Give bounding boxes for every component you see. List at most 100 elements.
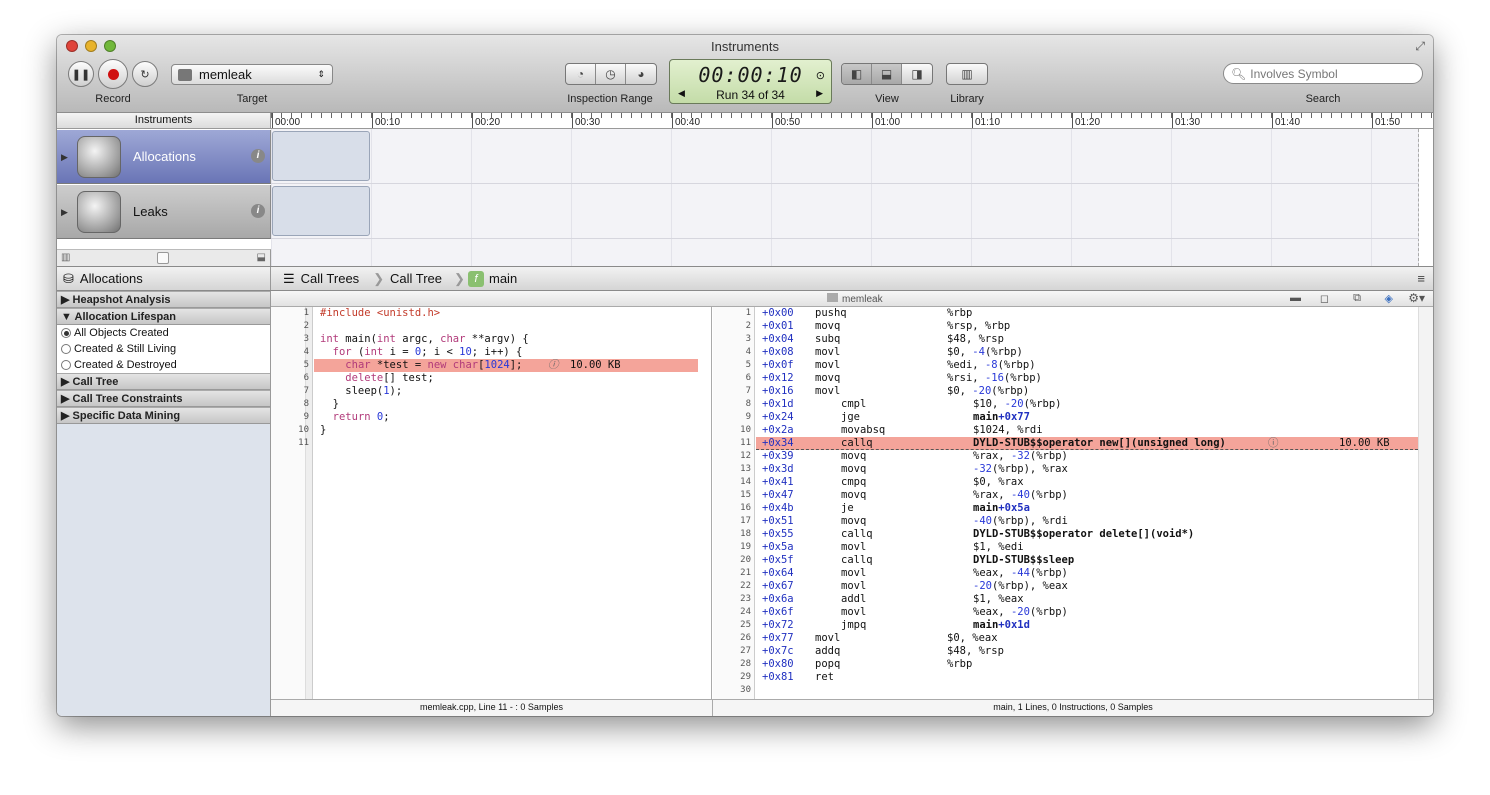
gear-icon[interactable]: ⚙▾: [1408, 291, 1425, 305]
breadcrumb-call-trees[interactable]: ☰ Call Trees ❯: [283, 267, 384, 290]
asm-row[interactable]: +0x77 movl $0, %eax: [756, 632, 1418, 645]
code-line-highlighted[interactable]: char *test = new char[1024]; ⓘ 10.00 KB: [314, 359, 698, 372]
radio-all-objects-created[interactable]: All Objects Created: [57, 325, 270, 341]
asm-row[interactable]: +0x55 callq DYLD-STUB$$operator delete[](v…: [756, 528, 1418, 541]
disclosure-triangle-icon[interactable]: ▶: [61, 152, 68, 163]
asm-row[interactable]: +0x7c addq $48, %rsp: [756, 645, 1418, 658]
asm-row[interactable]: +0x04 subq $48, %rsp: [756, 333, 1418, 346]
split-view-icon[interactable]: ◻: [1320, 292, 1329, 305]
allocations-track[interactable]: [271, 129, 1419, 184]
scrollbar[interactable]: [1418, 307, 1433, 699]
section-heapshot-analysis[interactable]: ▶ Heapshot Analysis: [57, 291, 270, 308]
asm-row[interactable]: +0x4b je main+0x5a: [756, 502, 1418, 515]
section-call-tree[interactable]: ▶ Call Tree: [57, 373, 270, 390]
view-instruments-button[interactable]: ◧: [842, 64, 872, 84]
asm-row[interactable]: +0x6f movl %eax, -20(%rbp): [756, 606, 1418, 619]
asm-row[interactable]: +0x24 jge main+0x77: [756, 411, 1418, 424]
target-popup[interactable]: memleak ⇕: [171, 64, 333, 85]
xcode-icon[interactable]: ◈: [1385, 292, 1393, 305]
radio-label: Created & Still Living: [74, 343, 177, 355]
asm-row[interactable]: +0x00 pushq %rbp: [756, 307, 1418, 320]
info-icon[interactable]: ⓘ: [548, 359, 559, 372]
asm-row[interactable]: +0x72 jmpq main+0x1d: [756, 619, 1418, 632]
asm-row[interactable]: +0x51 movq -40(%rbp), %rdi: [756, 515, 1418, 528]
asm-row[interactable]: +0x1d cmpl $10, -20(%rbp): [756, 398, 1418, 411]
range-end-button[interactable]: ◕: [626, 64, 656, 84]
source-only-icon[interactable]: ▬: [1290, 292, 1301, 304]
menu-lines-icon[interactable]: ≡: [1417, 271, 1425, 286]
asm-row[interactable]: +0x6a addl $1, %eax: [756, 593, 1418, 606]
graph-style-icon[interactable]: ▥: [61, 252, 70, 263]
radio-selected-icon: [61, 328, 71, 338]
row-allocation-size: 10.00 KB: [1339, 437, 1390, 449]
pause-button[interactable]: ❚❚: [68, 61, 94, 87]
disclosure-triangle-icon[interactable]: ▶: [61, 207, 68, 218]
range-clear-button[interactable]: ◷: [596, 64, 626, 84]
asm-row[interactable]: +0x41 cmpq $0, %rax: [756, 476, 1418, 489]
breadcrumb-main[interactable]: f main: [468, 267, 517, 290]
prev-run-button[interactable]: ◀: [678, 88, 685, 99]
disclosure-triangle-icon: ▶: [61, 294, 73, 306]
code-line: delete[] test;: [345, 372, 434, 384]
compare-icon[interactable]: ⧉: [1353, 292, 1361, 305]
search-field[interactable]: 🔍︎ Involves Symbol: [1223, 63, 1423, 84]
track-height-icon[interactable]: ⬓: [257, 252, 266, 263]
radio-created-still-living[interactable]: Created & Still Living: [57, 341, 270, 357]
info-icon[interactable]: i: [251, 204, 265, 218]
line-number: 30: [740, 685, 751, 695]
radio-created-destroyed[interactable]: Created & Destroyed: [57, 357, 270, 373]
view-extended-button[interactable]: ◨: [902, 64, 932, 84]
leaks-track[interactable]: [271, 184, 1419, 239]
fullscreen-icon[interactable]: ⤢: [1415, 39, 1425, 54]
asm-row[interactable]: +0x0f movl %edi, -8(%rbp): [756, 359, 1418, 372]
instrument-allocations[interactable]: ▶ Allocations i: [57, 130, 271, 184]
asm-row[interactable]: +0x47 movq %rax, -40(%rbp): [756, 489, 1418, 502]
line-number: 8: [745, 399, 751, 409]
asm-row[interactable]: +0x16 movl $0, -20(%rbp): [756, 385, 1418, 398]
line-number: 6: [303, 373, 309, 383]
range-start-button[interactable]: ◔: [566, 64, 596, 84]
record-button[interactable]: [98, 59, 128, 89]
section-call-tree-constraints[interactable]: ▶ Call Tree Constraints: [57, 390, 270, 407]
selected-time-range[interactable]: [272, 186, 370, 236]
asm-row[interactable]: +0x80 popq %rbp: [756, 658, 1418, 671]
disassembly-status: main, 1 Lines, 0 Instructions, 0 Samples: [713, 699, 1433, 716]
asm-row[interactable]: +0x3d movq -32(%rbp), %rax: [756, 463, 1418, 476]
source-code-pane[interactable]: 1 2 3 4 5 6 7 8 9 10 11 #include <unistd…: [271, 307, 712, 699]
disclosure-triangle-icon: ▶: [61, 393, 73, 405]
view-detail-button[interactable]: ⬓: [872, 64, 902, 84]
library-button[interactable]: ▥: [946, 63, 988, 85]
source-header-bar: memleak ▬ ◻ ⧉ ◈ ⚙▾: [271, 291, 1433, 307]
asm-row[interactable]: +0x67 movl -20(%rbp), %eax: [756, 580, 1418, 593]
line-number: 22: [740, 581, 751, 591]
section-allocation-lifespan[interactable]: ▼ Allocation Lifespan: [57, 308, 270, 325]
clock-mode-icon[interactable]: ⊙: [816, 69, 825, 82]
asm-row[interactable]: +0x08 movl $0, -4(%rbp): [756, 346, 1418, 359]
line-number: 28: [740, 659, 751, 669]
selected-time-range[interactable]: [272, 131, 370, 181]
disassembly-pane[interactable]: 1 2 3 4 5 6 7 8 9 10 11 12 13 14 15 16 17 18 19 20 21 22 23 24 2…: [713, 307, 1433, 699]
instrument-leaks[interactable]: ▶ Leaks i: [57, 185, 271, 239]
line-number: 1: [745, 308, 751, 318]
asm-row[interactable]: +0x12 movq %rsi, -16(%rbp): [756, 372, 1418, 385]
section-label: Allocation Lifespan: [74, 311, 177, 323]
asm-row-highlighted[interactable]: +0x34 callq DYLD-STUB$$operator new[](unsi…: [756, 437, 1418, 450]
timeline-track-area[interactable]: [271, 129, 1419, 266]
asm-row[interactable]: +0x5f callq DYLD-STUB$$sleep: [756, 554, 1418, 567]
asm-row[interactable]: +0x01 movq %rsp, %rbp: [756, 320, 1418, 333]
section-specific-data-mining[interactable]: ▶ Specific Data Mining: [57, 407, 270, 424]
next-run-button[interactable]: ▶: [816, 88, 823, 99]
asm-row[interactable]: +0x2a movabsq $1024, %rdi: [756, 424, 1418, 437]
asm-row[interactable]: +0x81 ret: [756, 671, 1418, 684]
info-icon[interactable]: i: [251, 149, 265, 163]
timeline-ruler[interactable]: 00:00 00:10 00:20 00:30 00:40 00:50 01:0…: [271, 113, 1433, 129]
track-scale-slider[interactable]: [157, 252, 169, 264]
loop-button[interactable]: ↻: [132, 61, 158, 87]
asm-row[interactable]: +0x64 movl %eax, -44(%rbp): [756, 567, 1418, 580]
file-tab[interactable]: memleak: [827, 293, 883, 305]
info-icon[interactable]: ⓘ: [1268, 437, 1279, 450]
detail-instrument-selector[interactable]: ⛁ Allocations: [57, 267, 271, 290]
asm-row[interactable]: +0x39 movq %rax, -32(%rbp): [756, 450, 1418, 463]
asm-row[interactable]: +0x5a movl $1, %edi: [756, 541, 1418, 554]
breadcrumb-call-tree[interactable]: Call Tree ❯: [390, 267, 465, 290]
